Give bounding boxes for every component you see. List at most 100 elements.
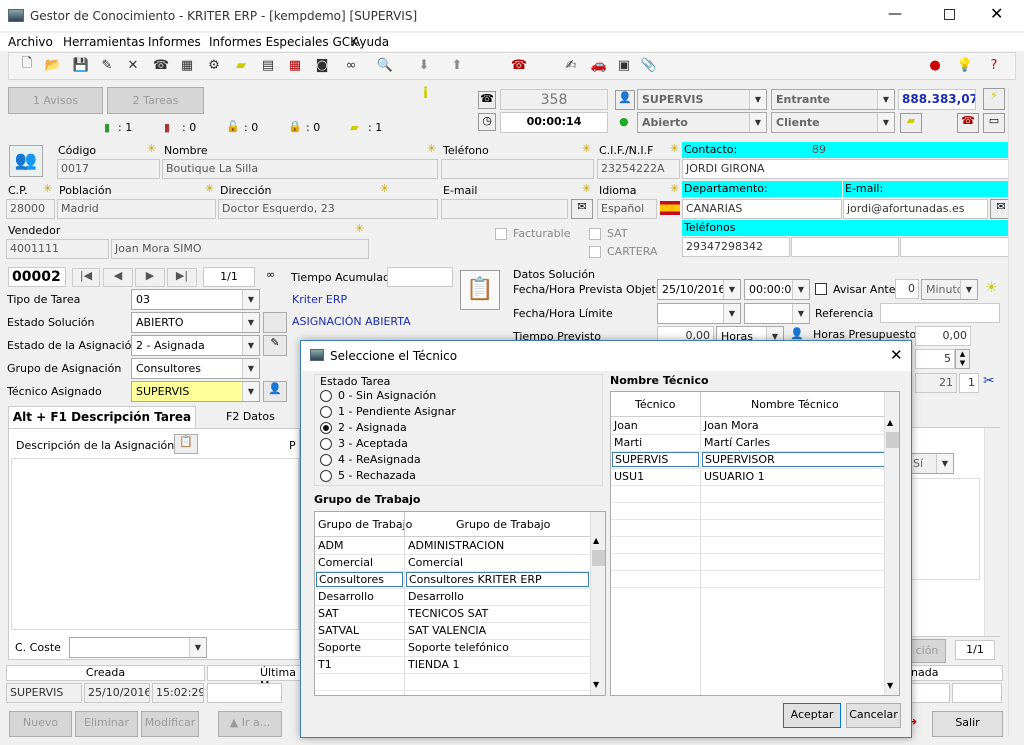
eliminar-button[interactable]: Eliminar bbox=[75, 711, 138, 737]
user-select[interactable]: SUPERVIS ▼ bbox=[637, 89, 767, 110]
spinner-icon[interactable]: ▲ ▼ bbox=[955, 349, 970, 369]
binoculars-icon[interactable]: ∞ bbox=[266, 268, 275, 281]
edit-icon[interactable]: ✎ bbox=[263, 335, 287, 356]
search-icon[interactable]: 🔍 bbox=[376, 56, 394, 74]
email-send-icon[interactable]: ✉ bbox=[571, 199, 593, 219]
main-scrollbar[interactable] bbox=[1008, 88, 1016, 736]
user-search-icon[interactable]: 👤 bbox=[263, 381, 287, 402]
phone-red-icon[interactable]: ☎ bbox=[957, 113, 979, 133]
menu-herramientas[interactable]: Herramientas bbox=[63, 35, 145, 49]
contacts-icon[interactable]: 👥 bbox=[9, 145, 43, 177]
blank-button[interactable] bbox=[263, 312, 287, 333]
edit-icon[interactable]: ✎ bbox=[98, 56, 116, 74]
fecha-select[interactable]: 25/10/2016 ▼ bbox=[657, 279, 741, 300]
table-row[interactable]: SATVAL SAT VALENCIA bbox=[315, 623, 590, 640]
tareas-button[interactable]: 2 Tareas bbox=[107, 87, 204, 114]
sun-icon[interactable]: ☀ bbox=[985, 280, 998, 296]
direccion-field[interactable]: Doctor Esquerdo, 23 bbox=[218, 199, 438, 219]
sat-checkbox[interactable] bbox=[589, 227, 601, 240]
right-scrollbar[interactable] bbox=[984, 428, 1000, 636]
tab-descripcion[interactable]: Alt + F1 Descripción Tarea bbox=[8, 406, 196, 428]
list-icon[interactable]: ▤ bbox=[259, 56, 277, 74]
close-button[interactable]: ✕ bbox=[990, 4, 1003, 23]
ccoste-select[interactable]: ▼ bbox=[69, 637, 207, 658]
menu-ayuda[interactable]: Ayuda bbox=[352, 35, 389, 49]
estado-radio-2[interactable]: 2 - Asignada bbox=[320, 421, 407, 434]
traffic-light-icon[interactable]: ● bbox=[926, 56, 944, 74]
tecnico-select[interactable]: SUPERVIS ▼ bbox=[131, 381, 260, 402]
vendedor-name[interactable]: Joan Mora SIMO bbox=[111, 239, 369, 259]
table-row[interactable]: SUPERVIS SUPERVISOR bbox=[611, 452, 885, 469]
grupo-select[interactable]: Consultores ▼ bbox=[131, 358, 260, 379]
clip-icon[interactable]: 📎 bbox=[640, 56, 658, 74]
table-row[interactable]: SAT TECNICOS SAT bbox=[315, 606, 590, 623]
minimize-button[interactable]: — bbox=[888, 6, 902, 22]
paste-icon[interactable]: 📋 bbox=[174, 434, 198, 454]
estado-radio-5[interactable]: 5 - Rechazada bbox=[320, 469, 416, 482]
ir-button[interactable]: ▲ Ir a... bbox=[218, 711, 282, 737]
help-icon[interactable]: ? bbox=[985, 56, 1003, 74]
table-row[interactable]: Joan Joan Mora bbox=[611, 418, 884, 435]
vendedor-code[interactable]: 4001111 bbox=[6, 239, 109, 259]
tools-icon[interactable]: ⚙ bbox=[205, 56, 223, 74]
avisar-field[interactable]: 0 bbox=[895, 279, 919, 299]
user-cost-icon[interactable]: 👤 bbox=[790, 327, 804, 340]
maximize-button[interactable] bbox=[944, 9, 955, 20]
open-icon[interactable]: 📂 bbox=[44, 56, 62, 74]
idioma-field[interactable]: Español bbox=[597, 199, 657, 219]
hora-lim-select[interactable]: ▼ bbox=[744, 303, 810, 324]
grupo-scrollbar[interactable]: ▲ ▼ bbox=[590, 512, 605, 695]
cif-field[interactable]: 23254222A bbox=[597, 159, 680, 179]
tiempo-field[interactable] bbox=[387, 267, 453, 287]
estado-radio-3[interactable]: 3 - Aceptada bbox=[320, 437, 408, 450]
phone-small-icon[interactable]: ☎ bbox=[478, 91, 496, 109]
cion-button[interactable]: ción bbox=[908, 639, 946, 663]
nombre-field[interactable]: Boutique La Silla bbox=[162, 159, 438, 179]
menu-archivo[interactable]: Archivo bbox=[8, 35, 53, 49]
table-row[interactable]: Consultores Consultores KRITER ERP bbox=[315, 572, 590, 589]
scissors-icon[interactable]: ✂ bbox=[983, 373, 995, 389]
table-row[interactable]: Desarrollo Desarrollo bbox=[315, 589, 590, 606]
avisar-checkbox[interactable] bbox=[815, 282, 827, 295]
telefono-contacto-2[interactable] bbox=[791, 237, 899, 257]
first-icon[interactable]: |◀ bbox=[72, 268, 100, 287]
estado-asig-select[interactable]: 2 - Asignada ▼ bbox=[131, 335, 260, 356]
camera-icon[interactable]: ◙ bbox=[313, 56, 331, 74]
dialog-close-button[interactable]: ✕ bbox=[890, 346, 903, 364]
table-row[interactable]: Soporte Soporte telefónico bbox=[315, 640, 590, 657]
table-row[interactable]: Marti Martí Carles bbox=[611, 435, 884, 452]
grupo-col-1[interactable]: Grupo de Trabajo bbox=[318, 518, 412, 531]
estado-sol-select[interactable]: ABIERTO ▼ bbox=[131, 312, 260, 333]
menu-informes[interactable]: Informes bbox=[148, 35, 201, 49]
estado-radio-4[interactable]: 4 - ReAsignada bbox=[320, 453, 421, 466]
desc-textarea[interactable] bbox=[11, 458, 299, 630]
table-row[interactable]: T1 TIENDA 1 bbox=[315, 657, 590, 674]
note-button-icon[interactable]: ▰ bbox=[900, 113, 922, 133]
estado-radio-0[interactable]: 0 - Sin Asignación bbox=[320, 389, 436, 402]
scroll-up-icon[interactable]: ▲ bbox=[887, 418, 893, 427]
modificar-button[interactable]: Modificar bbox=[141, 711, 199, 737]
scroll-thumb[interactable] bbox=[886, 432, 899, 448]
binoculars-icon[interactable]: ∞ bbox=[342, 56, 360, 74]
horas-pres-field[interactable]: 0,00 bbox=[915, 326, 971, 346]
tecnico-col-1[interactable]: Técnico bbox=[635, 398, 675, 411]
delete-icon[interactable]: ✕ bbox=[124, 56, 142, 74]
contacto-field[interactable]: JORDI GIRONA bbox=[682, 159, 1012, 179]
last-icon[interactable]: ▶| bbox=[167, 268, 197, 287]
direction-select[interactable]: Entrante ▼ bbox=[771, 89, 895, 110]
window-icon[interactable]: ▭ bbox=[983, 113, 1005, 133]
estado-radio-1[interactable]: 1 - Pendiente Asignar bbox=[320, 405, 456, 418]
prev-icon[interactable]: ◀ bbox=[103, 268, 133, 287]
email-field[interactable] bbox=[441, 199, 568, 219]
contact-email-field[interactable]: jordi@afortunadas.es bbox=[843, 199, 988, 219]
arrow-down-icon[interactable]: ⬇ bbox=[415, 56, 433, 74]
right-textarea[interactable] bbox=[908, 478, 980, 580]
telefono-field[interactable] bbox=[441, 159, 594, 179]
cp-field[interactable]: 28000 bbox=[6, 199, 55, 219]
table-row[interactable]: USU1 USUARIO 1 bbox=[611, 469, 884, 486]
save-icon[interactable]: 💾 bbox=[72, 56, 90, 74]
table-row[interactable]: ADM ADMINISTRACION bbox=[315, 538, 590, 555]
facturable-checkbox[interactable] bbox=[495, 227, 507, 240]
poblacion-field[interactable]: Madrid bbox=[57, 199, 216, 219]
spin-field[interactable]: 5 bbox=[915, 349, 955, 369]
